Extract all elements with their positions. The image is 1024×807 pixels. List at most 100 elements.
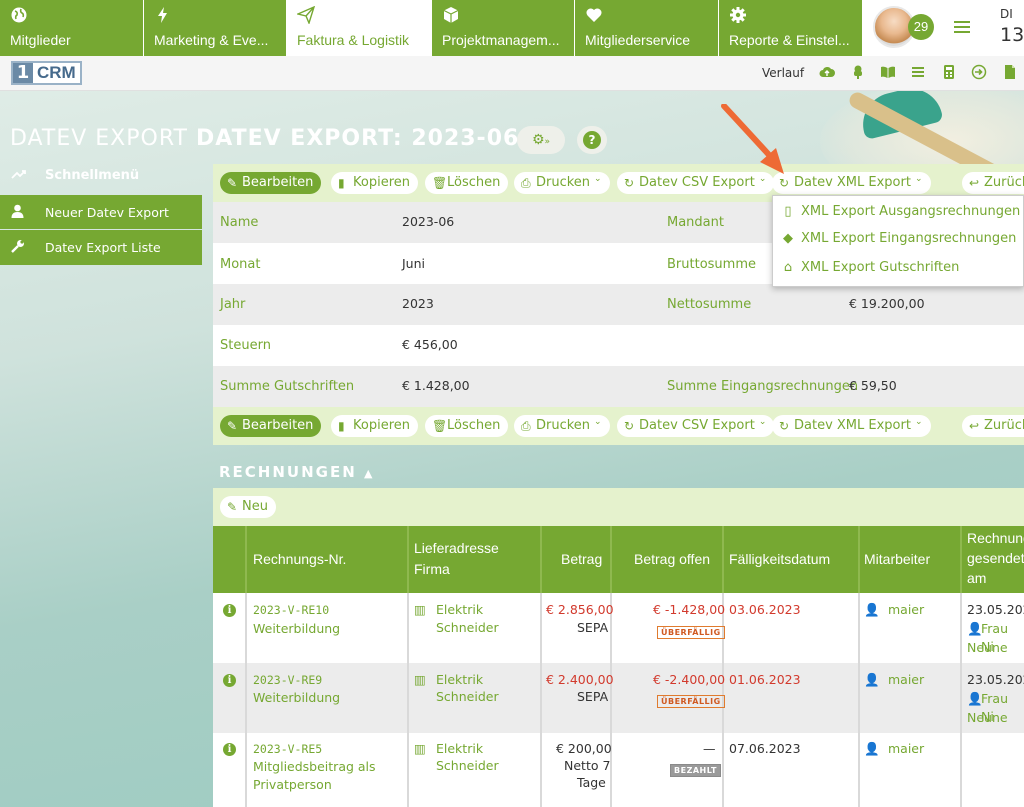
caret-up-icon: ▲ <box>364 467 375 480</box>
history-link[interactable]: Verlauf <box>762 66 804 80</box>
menu-item-xml-credits[interactable]: ⌂ XML Export Gutschriften <box>781 260 960 280</box>
nav-tab-reporte[interactable]: Reporte & Einstel... <box>719 0 862 56</box>
invoice-subject-link[interactable]: Mitgliedsbeitrag als <box>253 758 376 776</box>
staff-link[interactable]: maier <box>888 601 924 619</box>
invoice-number-link[interactable]: 2023-V-RE5 <box>253 740 322 758</box>
cloud-upload-icon[interactable] <box>819 64 835 80</box>
sidebar-item-export-list[interactable]: Datev Export Liste <box>0 230 202 265</box>
staff-link[interactable]: maier <box>888 740 924 758</box>
action-bar-bottom: ✎ Bearbeiten ▮ Kopieren 🗑 Löschen ⎙ Drucken ⌄… <box>213 407 1024 445</box>
chevron-down-icon: ⌄ <box>914 174 923 184</box>
delete-button[interactable]: 🗑 Löschen <box>425 172 509 194</box>
column-header-sent-3: am <box>967 570 987 586</box>
info-icon[interactable]: i <box>223 674 236 687</box>
table-row[interactable]: i 2023-V-RE5 Mitgliedsbeitrag als Privat… <box>213 733 1024 807</box>
book-icon: ▥ <box>414 602 426 617</box>
pencil-icon: ✎ <box>227 419 238 433</box>
payment-method: Netto 7 <box>564 758 611 773</box>
sign-in-icon[interactable] <box>971 64 987 80</box>
nav-tab-faktura[interactable]: Faktura & Logistik <box>287 0 431 56</box>
tree-icon[interactable] <box>850 64 866 80</box>
xml-export-button[interactable]: ↻ Datev XML Export ⌄ <box>772 172 931 194</box>
list-icon[interactable] <box>910 64 926 80</box>
help-button[interactable]: ? <box>577 126 607 154</box>
document-icon[interactable] <box>1002 64 1018 80</box>
column-header-open[interactable]: Betrag offen <box>634 549 710 570</box>
invoice-number-link[interactable]: 2023-V-RE10 <box>253 601 329 619</box>
nav-tab-label: Projektmanagem... <box>442 32 560 48</box>
delete-button[interactable]: 🗑 Löschen <box>425 415 509 437</box>
logo-number: 1 <box>13 63 33 83</box>
sent-person-link-2[interactable]: Neune <box>967 709 1008 727</box>
column-header-sent[interactable]: Rechnung <box>967 528 1024 549</box>
user-icon <box>11 204 24 222</box>
invoice-subject-link[interactable]: Weiterbildung <box>253 620 340 638</box>
nav-tab-mitgliederservice[interactable]: Mitgliederservice <box>575 0 718 56</box>
company-link[interactable]: Elektrik <box>436 740 483 758</box>
print-button[interactable]: ⎙ Drucken ⌄ <box>514 415 610 437</box>
table-row[interactable]: i 2023-V-RE9 Weiterbildung ▥ Elektrik Sc… <box>213 663 1024 733</box>
menu-item-xml-outgoing[interactable]: ▯ XML Export Ausgangsrechnungen <box>781 204 1020 224</box>
monat-value: Juni <box>402 256 426 271</box>
heart-icon <box>585 6 603 24</box>
copy-button[interactable]: ▮ Kopieren <box>331 415 418 437</box>
info-icon[interactable]: i <box>223 604 236 617</box>
detail-row: Steuern € 456,00 <box>213 325 1024 366</box>
menu-button[interactable] <box>944 0 988 56</box>
xml-export-button[interactable]: ↻ Datev XML Export ⌄ <box>772 415 931 437</box>
edit-button[interactable]: ✎ Bearbeiten <box>220 172 322 194</box>
gear-icon: ⚙ <box>531 132 545 148</box>
company-link[interactable]: Elektrik <box>436 601 483 619</box>
sent-person-link-2[interactable]: Neune <box>967 639 1008 657</box>
column-header-sent-2: gesendet <box>967 550 1024 566</box>
print-button[interactable]: ⎙ Drucken ⌄ <box>514 172 610 194</box>
copy-button[interactable]: ▮ Kopieren <box>331 172 418 194</box>
column-header-address[interactable]: Lieferadresse <box>414 538 499 559</box>
sidebar-item-new-export[interactable]: Neuer Datev Export <box>0 195 202 229</box>
menu-item-xml-incoming[interactable]: ◆ XML Export Eingangsrechnungen <box>781 231 1016 251</box>
calculator-icon[interactable] <box>941 64 957 80</box>
sidebar-item-label: Neuer Datev Export <box>45 205 169 220</box>
column-header-staff[interactable]: Mitarbeiter <box>864 549 930 570</box>
book-icon: ▥ <box>414 741 426 756</box>
invoice-subject-link-2[interactable]: Privatperson <box>253 776 332 794</box>
amount: € 2.400,00 <box>546 672 614 687</box>
company-link[interactable]: Elektrik <box>436 671 483 689</box>
settings-menu-button[interactable]: ⚙» <box>517 126 565 154</box>
due-date: 07.06.2023 <box>729 741 801 756</box>
book-icon[interactable] <box>880 64 896 80</box>
amount: € 200,00 <box>556 741 612 756</box>
trash-icon: 🗑 <box>432 419 448 433</box>
staff-link[interactable]: maier <box>888 671 924 689</box>
back-button[interactable]: ↩Zurück <box>962 415 1024 437</box>
column-header-amount[interactable]: Betrag <box>561 549 602 570</box>
toolbar <box>0 56 1024 91</box>
status-badge: BEZAHLT <box>670 760 721 778</box>
nav-tab-mitglieder[interactable]: Mitglieder <box>0 0 143 56</box>
company-link-2[interactable]: Schneider <box>436 619 499 637</box>
bolt-icon <box>154 6 172 24</box>
table-row[interactable]: i 2023-V-RE10 Weiterbildung ▥ Elektrik S… <box>213 593 1024 663</box>
edit-button[interactable]: ✎ Bearbeiten <box>220 415 322 437</box>
calculator-icon: ▯ <box>784 204 792 219</box>
nav-tab-projektmanagement[interactable]: Projektmanagem... <box>432 0 574 56</box>
back-button[interactable]: ↩Zurück <box>962 172 1024 194</box>
print-icon: ⎙ <box>521 176 531 190</box>
monat-label: Monat <box>220 257 261 272</box>
due-date: 01.06.2023 <box>729 672 801 687</box>
company-link-2[interactable]: Schneider <box>436 757 499 775</box>
pencil-icon: ✎ <box>227 500 238 514</box>
csv-export-button[interactable]: ↻ Datev CSV Export ⌄ <box>617 415 775 437</box>
invoice-subject-link[interactable]: Weiterbildung <box>253 689 340 707</box>
company-link-2[interactable]: Schneider <box>436 688 499 706</box>
nav-tab-marketing[interactable]: Marketing & Eve... <box>144 0 286 56</box>
column-header-nr[interactable]: Rechnungs-Nr. <box>253 549 346 570</box>
column-header-due[interactable]: Fälligkeitsdatum <box>729 549 830 570</box>
new-invoice-button[interactable]: ✎ Neu <box>220 496 276 518</box>
app-logo[interactable]: 1 CRM <box>11 61 82 85</box>
info-icon[interactable]: i <box>223 743 236 756</box>
invoice-number-link[interactable]: 2023-V-RE9 <box>253 671 322 689</box>
invoices-section-title[interactable]: RECHNUNGEN ▲ <box>219 463 374 481</box>
notification-badge[interactable]: 29 <box>908 14 934 40</box>
gutschriften-label: Summe Gutschriften <box>220 379 355 394</box>
